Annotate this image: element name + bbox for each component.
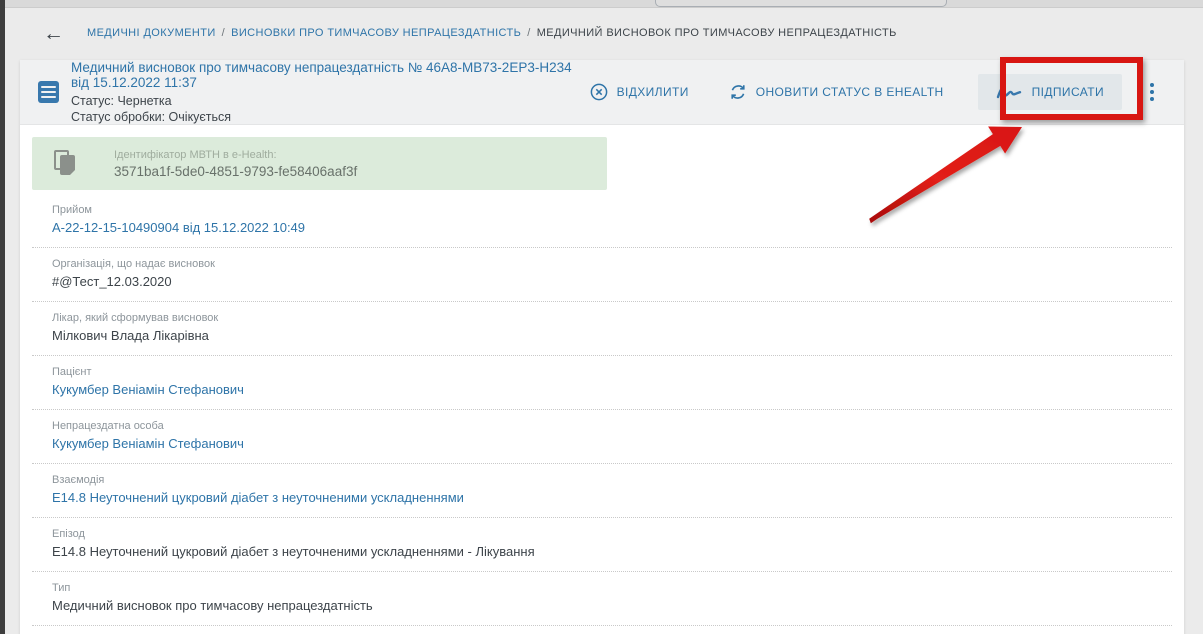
incapacitated-person-link[interactable]: Кукумбер Веніамін Стефанович <box>52 436 1164 451</box>
copy-icon[interactable] <box>54 150 80 178</box>
sign-button-label: ПІДПИСАТИ <box>1032 85 1104 99</box>
field-organization: Організація, що надає висновок #@Тест_12… <box>32 248 1172 302</box>
field-incapacitated-person: Непрацездатна особа Кукумбер Веніамін Ст… <box>32 410 1172 464</box>
field-doctor: Лікар, який сформував висновок Мілкович … <box>32 302 1172 356</box>
document-fields: Прийом А-22-12-15-10490904 від 15.12.202… <box>32 194 1172 634</box>
field-label: Прийом <box>52 204 1164 216</box>
page: { "breadcrumb": { "separator": "/", "ite… <box>0 0 1203 634</box>
field-label: Епізод <box>52 528 1164 540</box>
back-arrow-icon[interactable]: ← <box>43 23 64 44</box>
breadcrumb: ← МЕДИЧНІ ДОКУМЕНТИ / ВИСНОВКИ ПРО ТИМЧА… <box>5 9 1203 57</box>
browser-chrome-strip <box>5 0 1203 8</box>
circle-x-icon <box>590 83 608 101</box>
field-value: Мілкович Влада Лікарівна <box>52 328 1164 343</box>
refresh-status-button[interactable]: ОНОВИТИ СТАТУС В EHEALTH <box>729 83 944 101</box>
field-label: Лікар, який сформував висновок <box>52 312 1164 324</box>
interaction-link[interactable]: Е14.8 Неуточнений цукровий діабет з неут… <box>52 490 1164 505</box>
field-label: Тип <box>52 582 1164 594</box>
field-patient: Пацієнт Кукумбер Веніамін Стефанович <box>32 356 1172 410</box>
document-card-body: Ідентифікатор МВТН в e-Health: 3571ba1f-… <box>20 125 1184 634</box>
field-interaction: Взаємодія Е14.8 Неуточнений цукровий діа… <box>32 464 1172 518</box>
field-priyom: Прийом А-22-12-15-10490904 від 15.12.202… <box>32 194 1172 248</box>
field-value: Медичний висновок про тимчасову непрацез… <box>52 598 1164 613</box>
document-card: Медичний висновок про тимчасову непрацез… <box>20 60 1184 634</box>
document-status: Статус: Чернетка <box>71 93 590 109</box>
document-icon <box>38 81 59 103</box>
partial-browser-element <box>655 0 947 7</box>
window-left-edge <box>0 0 5 634</box>
document-card-header: Медичний висновок про тимчасову непрацез… <box>20 60 1184 125</box>
reject-button-label: ВІДХИЛИТИ <box>617 85 689 99</box>
breadcrumb-separator: / <box>222 27 225 39</box>
ehealth-id-banner: Ідентифікатор МВТН в e-Health: 3571ba1f-… <box>32 137 607 190</box>
field-value: Е14.8 Неуточнений цукровий діабет з неут… <box>52 544 1164 559</box>
reject-button[interactable]: ВІДХИЛИТИ <box>590 83 689 101</box>
breadcrumb-conclusions-list[interactable]: ВИСНОВКИ ПРО ТИМЧАСОВУ НЕПРАЦЕЗДАТНІСТЬ <box>231 27 521 39</box>
refresh-icon <box>729 83 747 101</box>
field-category: Категорія Захворювання або травма загаль… <box>32 626 1172 634</box>
field-label: Пацієнт <box>52 366 1164 378</box>
document-processing-status: Статус обробки: Очікується <box>71 109 590 125</box>
patient-link[interactable]: Кукумбер Веніамін Стефанович <box>52 382 1164 397</box>
ehealth-id-label: Ідентифікатор МВТН в e-Health: <box>114 149 357 161</box>
field-label: Непрацездатна особа <box>52 420 1164 432</box>
refresh-status-button-label: ОНОВИТИ СТАТУС В EHEALTH <box>756 85 944 99</box>
document-title: Медичний висновок про тимчасову непрацез… <box>71 60 590 90</box>
field-label: Взаємодія <box>52 474 1164 486</box>
more-options-kebab-icon[interactable] <box>1144 77 1160 107</box>
breadcrumb-medical-documents[interactable]: МЕДИЧНІ ДОКУМЕНТИ <box>87 27 216 39</box>
signature-icon <box>996 84 1022 100</box>
breadcrumb-separator: / <box>527 27 530 39</box>
field-type: Тип Медичний висновок про тимчасову непр… <box>32 572 1172 626</box>
field-label: Організація, що надає висновок <box>52 258 1164 270</box>
ehealth-id-value: 3571ba1f-5de0-4851-9793-fe58406aaf3f <box>114 164 357 179</box>
encounter-link[interactable]: А-22-12-15-10490904 від 15.12.2022 10:49 <box>52 220 1164 235</box>
field-value: #@Тест_12.03.2020 <box>52 274 1164 289</box>
breadcrumb-current-page: МЕДИЧНИЙ ВИСНОВОК ПРО ТИМЧАСОВУ НЕПРАЦЕЗ… <box>537 27 897 39</box>
sign-button[interactable]: ПІДПИСАТИ <box>978 74 1122 110</box>
field-episode: Епізод Е14.8 Неуточнений цукровий діабет… <box>32 518 1172 572</box>
